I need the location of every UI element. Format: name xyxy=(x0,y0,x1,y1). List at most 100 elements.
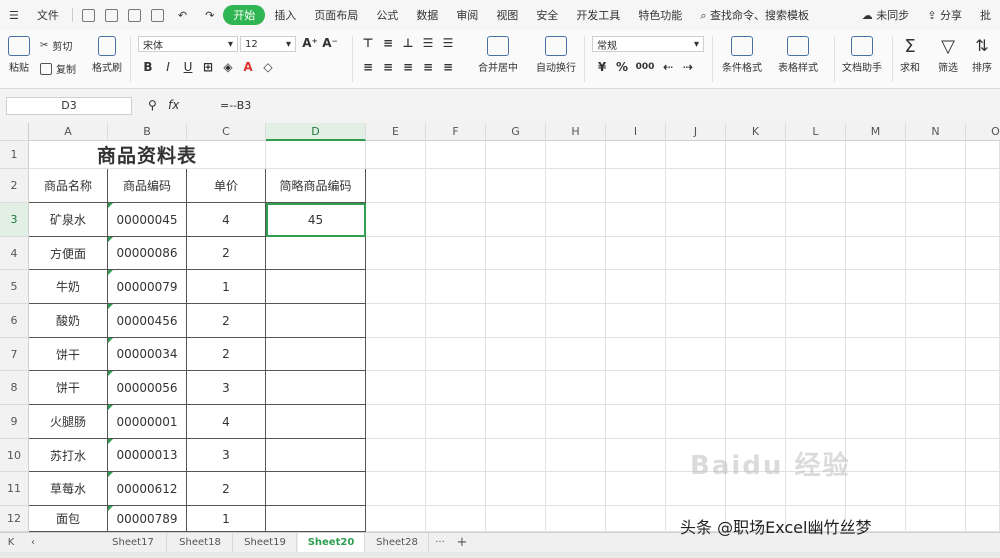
empty-cell[interactable] xyxy=(786,405,846,439)
empty-cell[interactable] xyxy=(426,141,486,169)
empty-cell[interactable] xyxy=(906,439,966,472)
empty-cell[interactable] xyxy=(666,270,726,304)
empty-cell[interactable] xyxy=(966,472,1000,506)
save-icon[interactable] xyxy=(81,8,95,22)
empty-cell[interactable] xyxy=(606,405,666,439)
empty-cell[interactable] xyxy=(966,270,1000,304)
empty-cell[interactable] xyxy=(606,237,666,270)
row-header-7[interactable]: 7 xyxy=(0,338,29,371)
table-cell[interactable]: 酸奶 xyxy=(29,304,108,338)
table-cell[interactable]: 00000456 xyxy=(108,304,187,338)
filter-button[interactable]: ▽ 筛选 xyxy=(938,36,958,74)
empty-cell[interactable] xyxy=(546,506,606,532)
align-center-icon[interactable]: ≡ xyxy=(380,60,396,74)
empty-cell[interactable] xyxy=(666,141,726,169)
table-cell[interactable]: 00000034 xyxy=(108,338,187,371)
empty-cell[interactable] xyxy=(846,439,906,472)
empty-cell[interactable] xyxy=(486,506,546,532)
empty-cell[interactable] xyxy=(426,270,486,304)
name-box[interactable]: D3 xyxy=(6,97,132,115)
empty-cell[interactable] xyxy=(906,169,966,203)
empty-cell[interactable] xyxy=(606,304,666,338)
empty-cell[interactable] xyxy=(426,338,486,371)
empty-cell[interactable] xyxy=(666,169,726,203)
table-cell[interactable]: 火腿肠 xyxy=(29,405,108,439)
prev-sheet-icon[interactable]: ‹ xyxy=(26,533,40,552)
empty-cell[interactable] xyxy=(726,141,786,169)
sheet-tab[interactable]: Sheet18 xyxy=(168,533,233,552)
empty-cell[interactable] xyxy=(486,304,546,338)
zoom-icon[interactable]: ⚲ xyxy=(148,98,157,112)
sync-status[interactable]: ☁ 未同步 xyxy=(853,7,919,23)
empty-cell[interactable] xyxy=(726,270,786,304)
empty-cell[interactable] xyxy=(666,405,726,439)
empty-cell[interactable] xyxy=(266,270,366,304)
empty-cell[interactable] xyxy=(606,371,666,405)
sheet-tab-active[interactable]: Sheet20 xyxy=(298,533,365,554)
column-header-c[interactable]: C xyxy=(187,123,266,141)
empty-cell[interactable] xyxy=(606,270,666,304)
empty-cell[interactable] xyxy=(366,439,426,472)
empty-cell[interactable] xyxy=(786,338,846,371)
empty-cell[interactable] xyxy=(366,506,426,532)
row-header-4[interactable]: 4 xyxy=(0,237,29,270)
italic-button[interactable]: I xyxy=(160,60,176,74)
cond-format-button[interactable]: 条件格式 xyxy=(722,36,762,74)
add-sheet-button[interactable]: + xyxy=(454,533,470,552)
empty-cell[interactable] xyxy=(906,270,966,304)
sheet-tab[interactable]: Sheet19 xyxy=(234,533,297,552)
empty-cell[interactable] xyxy=(266,371,366,405)
row-header-3[interactable]: 3 xyxy=(0,203,29,237)
empty-cell[interactable] xyxy=(966,405,1000,439)
column-header-h[interactable]: H xyxy=(546,123,606,141)
column-header-o[interactable]: O xyxy=(966,123,1000,141)
table-cell[interactable]: 00000001 xyxy=(108,405,187,439)
empty-cell[interactable] xyxy=(966,371,1000,405)
row-header-11[interactable]: 11 xyxy=(0,472,29,506)
empty-cell[interactable] xyxy=(486,472,546,506)
empty-cell[interactable] xyxy=(966,141,1000,169)
table-cell[interactable]: 2 xyxy=(187,304,266,338)
empty-cell[interactable] xyxy=(546,237,606,270)
empty-cell[interactable] xyxy=(266,506,366,532)
empty-cell[interactable] xyxy=(366,141,426,169)
empty-cell[interactable] xyxy=(546,304,606,338)
empty-cell[interactable] xyxy=(546,270,606,304)
empty-cell[interactable] xyxy=(846,270,906,304)
empty-cell[interactable] xyxy=(726,203,786,237)
wrap-text-button[interactable]: 自动换行 xyxy=(536,36,576,74)
more-sheets-button[interactable]: ··· xyxy=(432,533,448,552)
empty-cell[interactable] xyxy=(666,304,726,338)
comment-button[interactable]: 批 xyxy=(971,7,1000,23)
paste-button[interactable]: 粘贴 xyxy=(8,36,30,74)
outdent-icon[interactable]: ☰ xyxy=(440,36,456,50)
empty-cell[interactable] xyxy=(606,506,666,532)
sheet-tab[interactable]: Sheet28 xyxy=(366,533,429,552)
row-header-2[interactable]: 2 xyxy=(0,169,29,203)
table-cell[interactable]: 00000079 xyxy=(108,270,187,304)
empty-cell[interactable] xyxy=(546,472,606,506)
empty-cell[interactable] xyxy=(366,405,426,439)
table-cell[interactable]: 2 xyxy=(187,237,266,270)
empty-cell[interactable] xyxy=(786,270,846,304)
table-cell[interactable]: 牛奶 xyxy=(29,270,108,304)
copy-button[interactable]: 复制 xyxy=(40,61,76,76)
empty-cell[interactable] xyxy=(786,169,846,203)
empty-cell[interactable] xyxy=(966,304,1000,338)
select-all-corner[interactable] xyxy=(0,123,29,141)
empty-cell[interactable] xyxy=(846,405,906,439)
column-header-l[interactable]: L xyxy=(786,123,846,141)
row-header-1[interactable]: 1 xyxy=(0,141,29,169)
first-sheet-icon[interactable]: K xyxy=(4,533,18,552)
empty-cell[interactable] xyxy=(786,237,846,270)
fx-button[interactable]: fx xyxy=(168,98,179,112)
row-header-5[interactable]: 5 xyxy=(0,270,29,304)
empty-cell[interactable] xyxy=(906,304,966,338)
horizontal-scrollbar[interactable] xyxy=(480,533,650,552)
empty-cell[interactable] xyxy=(966,338,1000,371)
preview-icon[interactable] xyxy=(127,8,141,22)
empty-cell[interactable] xyxy=(966,439,1000,472)
row-header-9[interactable]: 9 xyxy=(0,405,29,439)
empty-cell[interactable] xyxy=(426,506,486,532)
table-cell[interactable]: 饼干 xyxy=(29,338,108,371)
